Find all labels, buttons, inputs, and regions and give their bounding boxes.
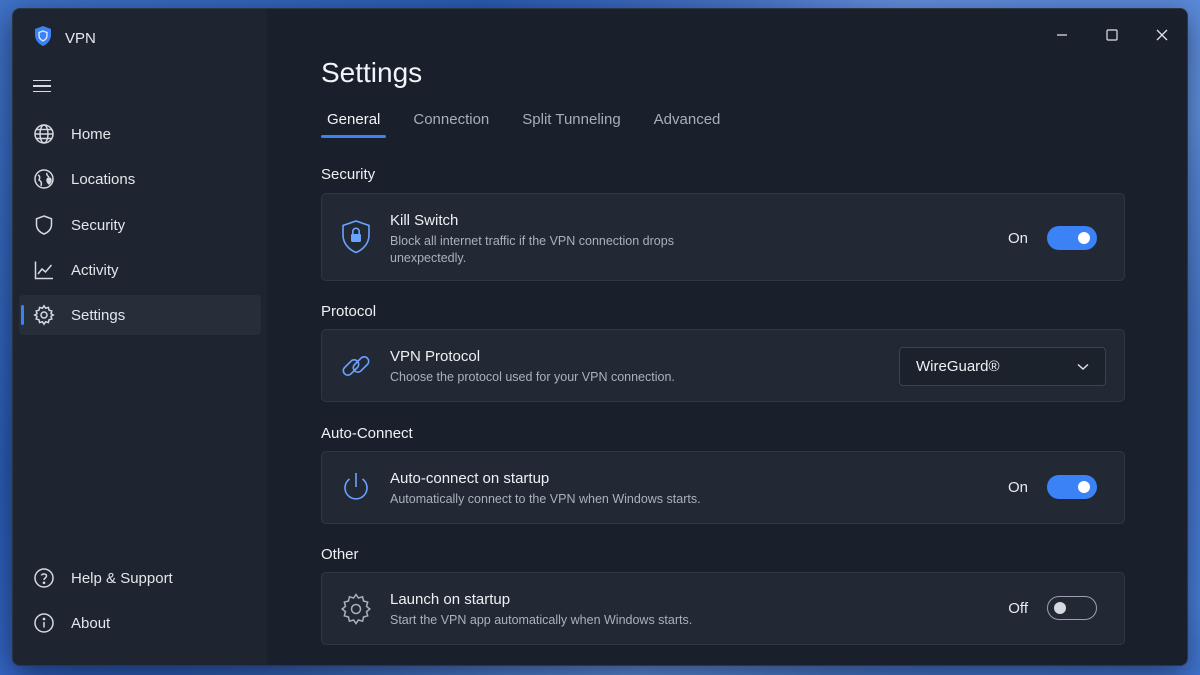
vpn-protocol-card: VPN Protocol Choose the protocol used fo… — [321, 329, 1125, 402]
kill-switch-toggle[interactable] — [1047, 226, 1097, 250]
maximize-icon — [1106, 29, 1118, 41]
link-icon — [338, 348, 374, 384]
tab-split-tunneling[interactable]: Split Tunneling — [516, 111, 626, 138]
gear-outline-icon — [338, 591, 374, 627]
settings-tabs: General Connection Split Tunneling Advan… — [321, 111, 747, 138]
sidebar-item-security[interactable]: Security — [19, 205, 261, 245]
sidebar-item-home[interactable]: Home — [19, 114, 261, 154]
launch-on-startup-description: Start the VPN app automatically when Win… — [390, 613, 693, 627]
auto-connect-toggle[interactable] — [1047, 475, 1097, 499]
sidebar-item-activity[interactable]: Activity — [19, 250, 261, 290]
chevron-down-icon — [1077, 363, 1089, 370]
kill-switch-state-label: On — [1007, 230, 1028, 247]
sidebar-item-label: Settings — [71, 306, 126, 324]
tab-general[interactable]: General — [321, 111, 387, 138]
sidebar-item-help[interactable]: Help & Support — [19, 558, 261, 598]
close-icon — [1156, 29, 1168, 41]
gear-icon — [33, 304, 55, 326]
sidebar: VPN Home Locations Security Activity Set… — [13, 9, 267, 665]
sidebar-item-label: Home — [71, 125, 112, 143]
kill-switch-description: Block all internet traffic if the VPN co… — [390, 234, 674, 265]
auto-connect-card: Auto-connect on startup Automatically co… — [321, 451, 1125, 524]
section-label-auto-connect: Auto-Connect — [321, 425, 413, 442]
protocol-select[interactable]: WireGuard® — [899, 347, 1106, 386]
launch-on-startup-title: Launch on startup — [390, 591, 511, 608]
section-label-protocol: Protocol — [321, 303, 377, 320]
auto-connect-description: Automatically connect to the VPN when Wi… — [390, 492, 701, 506]
sidebar-item-label: Locations — [71, 170, 136, 188]
vpn-protocol-description: Choose the protocol used for your VPN co… — [390, 370, 675, 384]
shield-lock-icon — [338, 219, 374, 255]
chart-icon — [33, 259, 55, 281]
vpn-shield-logo-icon — [33, 25, 53, 52]
close-button[interactable] — [1137, 9, 1187, 61]
sidebar-item-label: Help & Support — [71, 569, 173, 587]
sidebar-item-settings[interactable]: Settings — [19, 295, 261, 335]
vpn-protocol-title: VPN Protocol — [390, 348, 481, 365]
info-icon — [33, 612, 55, 634]
tab-advanced[interactable]: Advanced — [648, 111, 727, 138]
launch-on-startup-toggle[interactable] — [1047, 596, 1097, 620]
app-header: VPN — [33, 25, 96, 52]
maximize-button[interactable] — [1087, 9, 1137, 61]
sidebar-item-about[interactable]: About — [19, 603, 261, 643]
kill-switch-title: Kill Switch — [390, 212, 459, 229]
launch-on-startup-state-label: Off — [1008, 600, 1028, 617]
world-pin-icon — [33, 168, 55, 190]
app-window: VPN Home Locations Security Activity Set… — [12, 8, 1188, 666]
shield-icon — [33, 214, 55, 236]
launch-on-startup-card: Launch on startup Start the VPN app auto… — [321, 572, 1125, 645]
power-icon — [338, 470, 374, 506]
minimize-icon — [1057, 34, 1067, 36]
globe-icon — [33, 123, 55, 145]
tab-connection[interactable]: Connection — [407, 111, 495, 138]
page-title: Settings — [321, 57, 423, 88]
protocol-selected-value: WireGuard® — [916, 358, 1000, 375]
auto-connect-state-label: On — [1007, 479, 1028, 496]
app-title: VPN — [65, 30, 96, 47]
section-label-other: Other — [321, 546, 359, 563]
window-controls — [1037, 9, 1187, 61]
hamburger-menu-icon[interactable] — [33, 77, 55, 95]
sidebar-item-label: Security — [71, 216, 126, 234]
auto-connect-title: Auto-connect on startup — [390, 470, 550, 487]
sidebar-item-locations[interactable]: Locations — [19, 159, 261, 199]
minimize-button[interactable] — [1037, 9, 1087, 61]
sidebar-item-label: About — [71, 614, 111, 632]
kill-switch-card: Kill Switch Block all internet traffic i… — [321, 193, 1125, 281]
settings-main: Settings General Connection Split Tunnel… — [267, 9, 1187, 665]
help-icon — [33, 567, 55, 589]
section-label-security: Security — [321, 166, 376, 183]
sidebar-item-label: Activity — [71, 261, 119, 279]
